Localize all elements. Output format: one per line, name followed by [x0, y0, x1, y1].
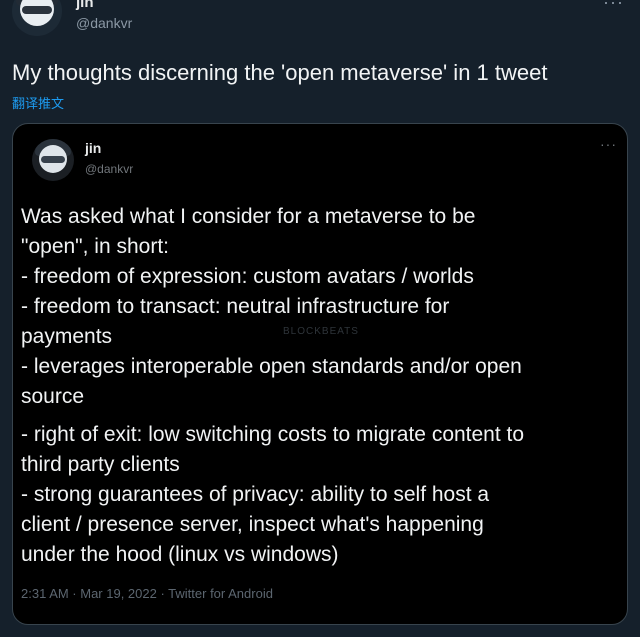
tweet-line: Was asked what I consider for a metavers…	[21, 205, 476, 228]
author-name[interactable]: jin	[76, 0, 94, 11]
tweet-line: client / presence server, inspect what's…	[21, 513, 484, 536]
quoted-author-handle[interactable]: @dankvr	[85, 162, 133, 176]
quoted-tweet-card[interactable]: jin @dankvr ··· BLOCKBEATS Was asked wha…	[12, 123, 628, 625]
avatar-visor	[22, 6, 52, 14]
more-icon[interactable]: ···	[603, 0, 624, 13]
tweet-line: payments	[21, 325, 113, 348]
tweet-line: - right of exit: low switching costs to …	[21, 423, 525, 446]
author-handle[interactable]: @dankvr	[76, 15, 132, 31]
avatar[interactable]	[12, 0, 62, 36]
translate-link[interactable]: 翻译推文	[12, 93, 64, 112]
quoted-tweet-text: Was asked what I consider for a metavers…	[21, 202, 621, 570]
tweet-line: - freedom to transact: neutral infrastru…	[21, 295, 450, 318]
tweet-line: "open", in short:	[21, 235, 169, 258]
tweet-line: third party clients	[21, 453, 180, 476]
more-icon[interactable]: ···	[600, 136, 617, 152]
avatar[interactable]	[32, 139, 74, 181]
tweet-line: source	[21, 385, 85, 408]
tweet-line: under the hood (linux vs windows)	[21, 543, 339, 566]
avatar-visor	[41, 156, 65, 163]
tweet-text: My thoughts discerning the 'open metaver…	[12, 60, 548, 85]
tweet-timestamp[interactable]: 2:31 AM · Mar 19, 2022 · Twitter for And…	[21, 586, 273, 601]
tweet-line: - strong guarantees of privacy: ability …	[21, 483, 490, 506]
tweet-line: - leverages interoperable open standards…	[21, 355, 522, 378]
outer-tweet-header: jin @dankvr ···	[0, 0, 640, 50]
quoted-author-name[interactable]: jin	[85, 140, 101, 156]
tweet-line: - freedom of expression: custom avatars …	[21, 265, 474, 288]
